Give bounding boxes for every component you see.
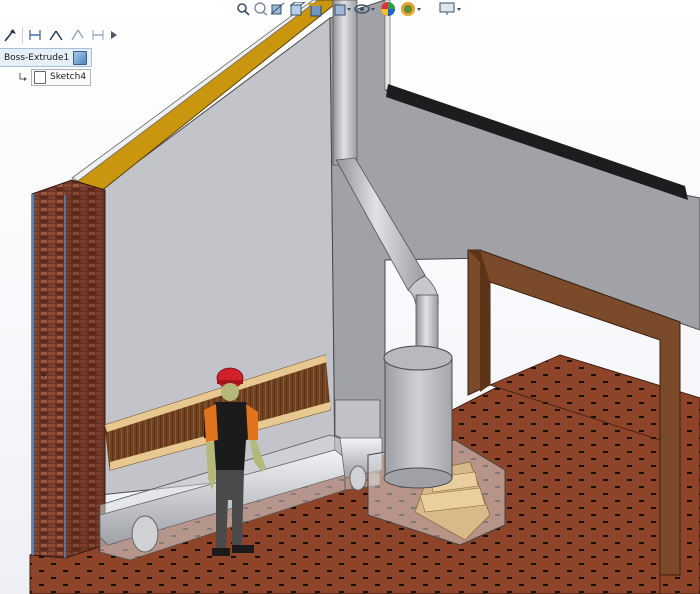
vertical-dimension-icon[interactable] <box>45 25 66 45</box>
dimension-toolbar <box>0 25 120 45</box>
baseline-dimension-icon[interactable] <box>66 25 87 45</box>
sketch-node[interactable]: Sketch4 <box>18 68 92 86</box>
monitor-display-icon[interactable] <box>438 1 464 17</box>
view-settings-icon[interactable] <box>400 1 424 17</box>
horizontal-dimension-icon[interactable] <box>24 25 45 45</box>
edit-appearance-icon[interactable] <box>354 1 378 17</box>
ordinate-dimension-icon[interactable] <box>87 25 108 45</box>
graphics-area[interactable]: + Boss-Extrude1 Sketch4 <box>0 0 700 594</box>
sketch-label: Sketch4 <box>50 72 87 82</box>
stove <box>383 345 453 489</box>
previous-view-icon[interactable] <box>252 1 268 17</box>
more-arrow-icon[interactable] <box>108 26 120 44</box>
extrude-feature-icon <box>73 50 88 65</box>
heads-up-toolbar <box>236 0 464 18</box>
apply-scene-icon[interactable] <box>380 1 398 17</box>
toolbar-separator <box>22 27 23 43</box>
feature-tree: Boss-Extrude1 Sketch4 <box>0 48 93 86</box>
model-viewport[interactable]: + <box>0 0 700 594</box>
feature-label: Boss-Extrude1 <box>4 52 70 63</box>
sketch-icon <box>34 70 46 84</box>
search-zoom-icon[interactable] <box>236 1 250 17</box>
view-orientation-icon[interactable] <box>288 1 306 17</box>
tree-connector-icon <box>19 73 27 81</box>
svg-text:+: + <box>40 371 47 380</box>
smart-dimension-icon[interactable] <box>0 25 21 45</box>
sketch-node-box: Sketch4 <box>31 68 92 86</box>
feature-node-boss-extrude[interactable]: Boss-Extrude1 <box>0 48 93 67</box>
hide-show-items-icon[interactable] <box>330 1 352 17</box>
display-style-icon[interactable] <box>308 1 328 17</box>
section-view-icon[interactable] <box>270 1 286 17</box>
